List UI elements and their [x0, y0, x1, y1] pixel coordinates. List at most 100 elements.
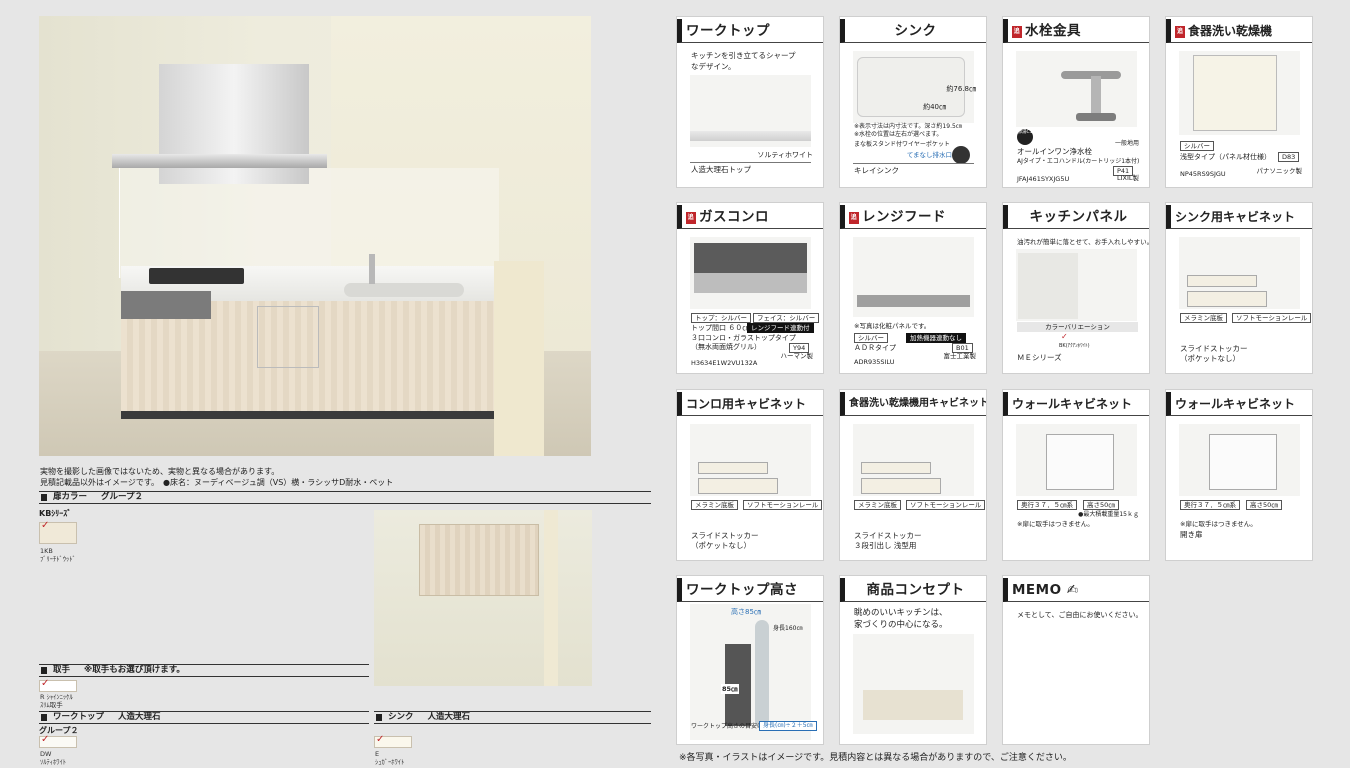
panel-desc: 油汚れが簡単に落とせて、お手入れしやすい。: [1017, 238, 1154, 246]
sink-cab-tag2: ソフトモーションレール: [1232, 313, 1312, 323]
card-sink-cabinet: シンク用キャビネット メラミン底板 ソフトモーションレール スライドストッカー …: [1165, 202, 1313, 374]
wall-cab1-tag2: 高さ50㎝: [1083, 500, 1119, 510]
stove-cab-name1: スライドストッカー: [691, 531, 759, 540]
height-guide: ワークトップ高さの目安は: [691, 723, 764, 730]
dish-cab-tag1: メラミン底板: [854, 500, 901, 510]
estimate-note: 見積記載品以外はイメージです。 ●床名：ヌーディベージュ調（VS）横・ラシッサD…: [40, 478, 394, 487]
sink-drain-tag: てまなし排水口: [906, 151, 952, 159]
worktop-desc1: キッチンを引き立てるシャープ: [691, 51, 796, 60]
gas-code: H3634E1W2VU132A: [691, 359, 758, 367]
faucet-type: 一般地用: [1114, 140, 1139, 147]
concept-line2: 家づくりの中心になる。: [854, 620, 948, 630]
door-color-name: ﾌﾞﾘｰﾁﾄﾞｳｯﾄﾞ: [40, 555, 76, 563]
range-hood-image: [853, 237, 974, 317]
card-title: シンク用キャビネット: [1166, 205, 1312, 229]
card-title: キッチンパネル: [1003, 205, 1149, 229]
dish-cab-name2: ３段引出し 浅型用: [854, 541, 917, 550]
hood-link-tag: 加熱機器連動なし: [906, 333, 966, 343]
footer-note: ※各写真・イラストはイメージです。見積内容とは異なる場合がありますので、ご注意く…: [679, 753, 1072, 763]
card-title: MEMO ✍: [1003, 578, 1149, 602]
gas-name2: （無水両面焼グリル）: [691, 343, 761, 351]
card-memo: MEMO ✍ メモとして、ご自由にお使いください。: [1002, 575, 1150, 745]
stove-cabinet-image: [690, 424, 811, 496]
gas-size: トップ間口 ６０㎝: [691, 324, 750, 332]
card-sink: シンク 約76.8㎝ 約40㎝ ※表示寸法は内寸法です。深さ約19.5㎝ ※水栓…: [839, 16, 987, 188]
panel-name: ＭＥシリーズ: [1017, 353, 1062, 362]
hood-maker: 富士工業製: [943, 352, 977, 360]
dishwasher-cabinet-image: [853, 424, 974, 496]
dish-cab-name1: スライドストッカー: [854, 531, 922, 540]
faucet-code: JFAJ461SYXJG5U: [1017, 175, 1070, 183]
worktop-color: ソルティホワイト: [757, 151, 813, 159]
faucet-name1: オールインワン浄水栓: [1017, 147, 1092, 156]
wall-cab1-tag1: 奥行３７．５㎝系: [1017, 500, 1077, 510]
drain-icon: [952, 146, 970, 164]
door-color-swatch[interactable]: ✓: [39, 520, 77, 544]
kitchen-panel-image: [1016, 249, 1137, 321]
selected-check-icon: ✓: [1061, 332, 1068, 341]
card-title: ウォールキャビネット: [1166, 392, 1312, 416]
image-note: 実物を撮影した画像ではないため、実物と異なる場合があります。: [40, 467, 280, 476]
height-value: 高さ85㎝: [731, 608, 761, 616]
gas-top-tag: トップ：シルバー: [691, 313, 751, 323]
sink-note1: ※表示寸法は内寸法です。深さ約19.5㎝: [854, 123, 962, 130]
sink-note2: ※水栓の位置は左右が選べます。: [854, 131, 943, 138]
card-title: ワークトップ高さ: [677, 578, 823, 602]
card-concept: 商品コンセプト 眺めのいいキッチンは、 家づくりの中心になる。: [839, 575, 987, 745]
worktop-swatch[interactable]: ✓: [39, 734, 77, 748]
wall-cab2-name: 開き扉: [1180, 530, 1203, 539]
wall-cabinet-image: [374, 510, 592, 686]
worktop-image: [690, 75, 811, 147]
card-stove-cabinet: コンロ用キャビネット メラミン底板 ソフトモーションレール スライドストッカー …: [676, 389, 824, 561]
sink-cab-tag1: メラミン底板: [1180, 313, 1227, 323]
door-series: KBｼﾘｰｽﾞ: [39, 509, 72, 518]
card-title: シンク: [840, 19, 986, 43]
stove-cab-tag2: ソフトモーションレール: [743, 500, 823, 510]
kitchen-hero-image: [39, 16, 591, 456]
card-range-hood: 追レンジフード ※写真は化粧パネルです。 シルバー 加熱機器連動なし ＡＤＲタイ…: [839, 202, 987, 374]
body-height: 身長160㎝: [773, 625, 803, 632]
concept-line1: 眺めのいいキッチンは、: [854, 608, 948, 618]
panel-variation: カラーバリエーション: [1017, 322, 1138, 332]
card-worktop-height: ワークトップ高さ 高さ85㎝ 身長160㎝ 85㎝ ワークトップ高さの目安は 身…: [676, 575, 824, 745]
card-faucet: 追水栓金具 節湯C1 一般地用 オールインワン浄水栓 AJタイプ・エコハンドル(…: [1002, 16, 1150, 188]
panel-swatch-name: BK(ｱｸｱﾝﾎﾜｲﾄ): [1059, 343, 1090, 349]
card-title: 商品コンセプト: [840, 578, 986, 602]
wall-cab2-note: ※扉に取手はつきません。: [1180, 520, 1257, 528]
door-color-header: 扉カラー グループ２: [39, 491, 651, 504]
handle-swatch[interactable]: ✓: [39, 678, 77, 692]
memo-area[interactable]: [1007, 624, 1145, 740]
sink-cab-name1: スライドストッカー: [1180, 344, 1248, 353]
option-badge-icon: 追: [1012, 26, 1022, 38]
card-gas-stove: 追ガスコンロ トップ：シルバー フェイス：シルバー トップ間口 ６０㎝ レンジフ…: [676, 202, 824, 374]
sink-dim2: 約40㎝: [923, 103, 946, 111]
dishwasher-image: [1179, 51, 1300, 135]
height-formula: 身長(㎝)÷２＋5㎝: [759, 721, 817, 731]
pencil-icon: ✍: [1066, 582, 1079, 598]
eco-badge: 節湯C1: [1017, 129, 1033, 145]
hood-code: ADR935SILU: [854, 358, 895, 366]
hood-name: ＡＤＲタイプ: [854, 344, 896, 352]
handle-name: ｽﾘﾑ取手: [40, 701, 63, 709]
handle-code: R ｼｬｲﾝﾆｯｹﾙ: [40, 693, 73, 701]
card-title: ワークトップ: [677, 19, 823, 43]
card-wall-cabinet-2: ウォールキャビネット 奥行３７．５㎝系 高さ50㎝ ※扉に取手はつきません。 開…: [1165, 389, 1313, 561]
option-badge-icon: 追: [849, 212, 859, 224]
memo-text: メモとして、ご自由にお使いください。: [1017, 611, 1143, 619]
card-wall-cabinet-1: ウォールキャビネット 奥行３７．５㎝系 高さ50㎝ ●最大積載重量15ｋｇ ※扉…: [1002, 389, 1150, 561]
hood-color-tag: シルバー: [854, 333, 888, 343]
sink-name: ｼｭｶﾞｰﾎﾜｲﾄ: [375, 758, 405, 766]
card-dishwasher: 追食器洗い乾燥機 シルバー 浅型タイプ（パネル材仕様） D83 NP45RS9S…: [1165, 16, 1313, 188]
handle-header: 取手 ※取手もお選び頂けます。: [39, 664, 369, 677]
gas-maker: ハーマン製: [780, 352, 814, 360]
card-kitchen-panel: キッチンパネル 油汚れが簡単に落とせて、お手入れしやすい。 カラーバリエーション…: [1002, 202, 1154, 374]
sink-cabinet-image: [1179, 237, 1300, 309]
sink-swatch[interactable]: ✓: [374, 734, 412, 748]
sink-dim1: 約76.8㎝: [946, 85, 976, 93]
card-title: コンロ用キャビネット: [677, 392, 823, 416]
dishwasher-code-tag: D83: [1278, 152, 1300, 162]
gas-stove-image: [690, 237, 811, 309]
hood-note: ※写真は化粧パネルです。: [854, 322, 931, 330]
card-title: 追水栓金具: [1003, 19, 1149, 43]
faucet-maker: LIXIL製: [1116, 174, 1139, 182]
